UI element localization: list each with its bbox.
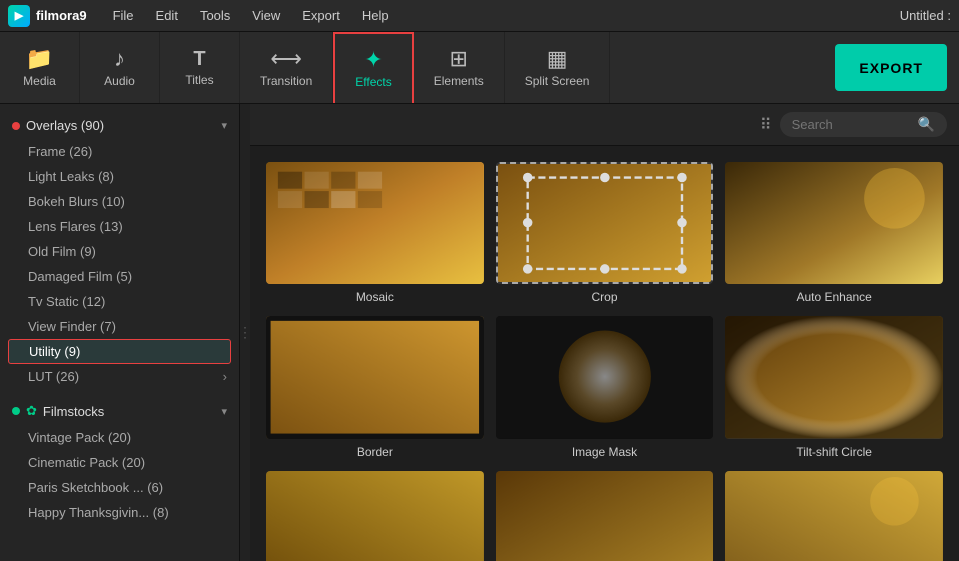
effect-thumb-tilt-shift-circle: [725, 316, 943, 438]
effects-grid: Mosaic: [250, 146, 959, 561]
menu-file[interactable]: File: [103, 4, 144, 27]
effect-mosaic[interactable]: Mosaic: [266, 162, 484, 304]
toolbar-effects[interactable]: ✦ Effects: [333, 32, 413, 103]
effect-image-mask-label: Image Mask: [572, 445, 637, 459]
elements-icon: ⊞: [450, 48, 468, 70]
effect-border[interactable]: Border: [266, 316, 484, 458]
sidebar-item-cinematic-pack[interactable]: Cinematic Pack (20): [0, 450, 239, 475]
sidebar-item-damaged-film[interactable]: Damaged Film (5): [0, 264, 239, 289]
overlays-dot: [12, 122, 20, 130]
lut-label: LUT (26): [28, 369, 79, 384]
sidebar-item-bokeh-blurs[interactable]: Bokeh Blurs (10): [0, 189, 239, 214]
effects-icon: ✦: [364, 49, 382, 71]
effect-auto-enhance[interactable]: Auto Enhance: [725, 162, 943, 304]
effect-tilt-shift-circle[interactable]: Tilt-shift Circle: [725, 316, 943, 458]
sidebar-item-vintage-pack[interactable]: Vintage Pack (20): [0, 425, 239, 450]
effect-tilt-shift-circle-label: Tilt-shift Circle: [796, 445, 872, 459]
resize-handle[interactable]: [240, 104, 250, 561]
search-icon: 🔍: [918, 116, 935, 133]
menu-view[interactable]: View: [242, 4, 290, 27]
grid-view-icon[interactable]: ⠿: [760, 115, 772, 135]
titles-icon: T: [193, 49, 205, 69]
toolbar-transition[interactable]: ⟷ Transition: [240, 32, 333, 103]
filmstocks-label: Filmstocks: [43, 404, 104, 419]
app-name: filmora9: [36, 8, 87, 23]
sidebar-item-lut[interactable]: LUT (26) ›: [0, 364, 239, 389]
lut-arrow: ›: [223, 369, 227, 384]
overlays-arrow: ▾: [221, 119, 227, 132]
effect-bottom1[interactable]: [266, 471, 484, 561]
effect-crop[interactable]: Crop: [496, 162, 714, 304]
sidebar-section-filmstocks[interactable]: ✿ Filmstocks ▾: [0, 397, 239, 425]
audio-icon: ♪: [114, 48, 125, 70]
toolbar-split-screen-label: Split Screen: [525, 74, 590, 88]
sidebar-item-paris-sketchbook[interactable]: Paris Sketchbook ... (6): [0, 475, 239, 500]
filmstocks-dot: [12, 407, 20, 415]
content-area: ⠿ 🔍: [250, 104, 959, 561]
effect-thumb-bottom3: [725, 471, 943, 561]
menu-items: File Edit Tools View Export Help: [103, 4, 900, 27]
sidebar-item-tv-static[interactable]: Tv Static (12): [0, 289, 239, 314]
sidebar-item-frame[interactable]: Frame (26): [0, 139, 239, 164]
overlays-label: Overlays (90): [26, 118, 104, 133]
toolbar-media-label: Media: [23, 74, 56, 88]
toolbar-split-screen[interactable]: ▦ Split Screen: [505, 32, 611, 103]
effect-thumb-auto-enhance: [725, 162, 943, 284]
effect-thumb-bottom2: [496, 471, 714, 561]
toolbar-elements[interactable]: ⊞ Elements: [414, 32, 505, 103]
toolbar-elements-label: Elements: [434, 74, 484, 88]
filmstocks-arrow: ▾: [221, 405, 227, 418]
filmstocks-icon: ✿: [26, 403, 37, 419]
sidebar-item-utility[interactable]: Utility (9): [8, 339, 231, 364]
sidebar-item-old-film[interactable]: Old Film (9): [0, 239, 239, 264]
effect-thumb-crop: [496, 162, 714, 284]
sidebar: Overlays (90) ▾ Frame (26) Light Leaks (…: [0, 104, 240, 561]
sidebar-item-happy-thanksgiving[interactable]: Happy Thanksgivin... (8): [0, 500, 239, 525]
toolbar-titles-label: Titles: [185, 73, 213, 87]
main-toolbar: 📁 Media ♪ Audio T Titles ⟷ Transition ✦ …: [0, 32, 959, 104]
split-screen-icon: ▦: [547, 48, 568, 70]
effect-border-label: Border: [357, 445, 393, 459]
sidebar-item-light-leaks[interactable]: Light Leaks (8): [0, 164, 239, 189]
effect-thumb-bottom1: [266, 471, 484, 561]
menu-edit[interactable]: Edit: [146, 4, 188, 27]
toolbar-audio[interactable]: ♪ Audio: [80, 32, 160, 103]
toolbar-transition-label: Transition: [260, 74, 312, 88]
app-logo: ▶ filmora9: [8, 5, 87, 27]
media-icon: 📁: [26, 48, 53, 70]
window-title: Untitled :: [900, 8, 951, 23]
effect-image-mask[interactable]: Image Mask: [496, 316, 714, 458]
effect-thumb-mosaic: [266, 162, 484, 284]
menu-bar: ▶ filmora9 File Edit Tools View Export H…: [0, 0, 959, 32]
main-area: Overlays (90) ▾ Frame (26) Light Leaks (…: [0, 104, 959, 561]
logo-icon: ▶: [8, 5, 30, 27]
effect-bottom3[interactable]: [725, 471, 943, 561]
toolbar-media[interactable]: 📁 Media: [0, 32, 80, 103]
menu-tools[interactable]: Tools: [190, 4, 240, 27]
effect-crop-label: Crop: [591, 290, 617, 304]
toolbar-titles[interactable]: T Titles: [160, 32, 240, 103]
export-button[interactable]: EXPORT: [835, 44, 947, 91]
toolbar-audio-label: Audio: [104, 74, 135, 88]
sidebar-item-lens-flares[interactable]: Lens Flares (13): [0, 214, 239, 239]
sidebar-item-view-finder[interactable]: View Finder (7): [0, 314, 239, 339]
search-box: 🔍: [780, 112, 947, 137]
menu-help[interactable]: Help: [352, 4, 399, 27]
menu-export[interactable]: Export: [292, 4, 350, 27]
effect-thumb-image-mask: [496, 316, 714, 438]
sidebar-section-overlays[interactable]: Overlays (90) ▾: [0, 112, 239, 139]
effect-mosaic-label: Mosaic: [356, 290, 394, 304]
transition-icon: ⟷: [270, 48, 302, 70]
effect-auto-enhance-label: Auto Enhance: [796, 290, 871, 304]
effect-thumb-border: [266, 316, 484, 438]
content-toolbar: ⠿ 🔍: [250, 104, 959, 146]
search-input[interactable]: [792, 117, 912, 132]
effect-bottom2[interactable]: [496, 471, 714, 561]
toolbar-effects-label: Effects: [355, 75, 391, 89]
